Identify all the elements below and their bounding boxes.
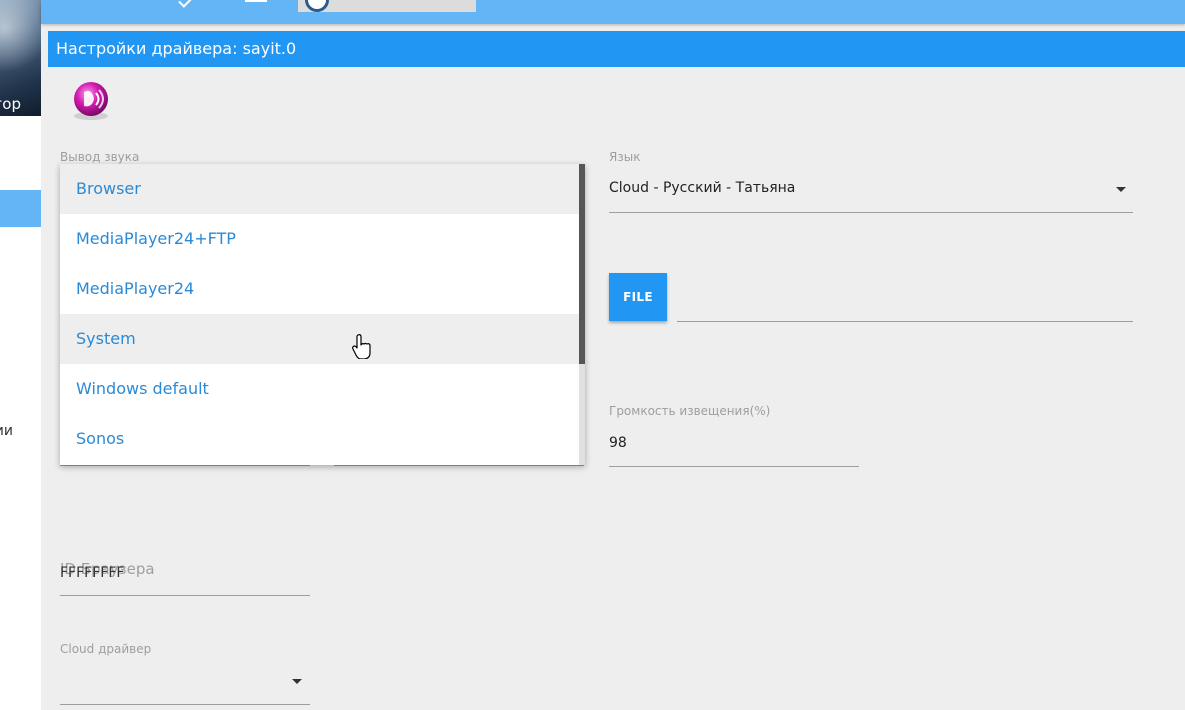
dropdown-option[interactable]: Windows default	[60, 364, 579, 414]
sayit-speaker-icon	[74, 82, 108, 120]
hand-pointer-icon	[352, 334, 371, 359]
check-icon[interactable]	[178, 0, 194, 8]
sidebar-item-label[interactable]: ии	[0, 423, 41, 439]
chevron-down-icon[interactable]	[1116, 187, 1126, 192]
dropdown-option[interactable]: System	[60, 314, 579, 364]
app-root: гор ии Настройки драйвера: sayit.0 Вывод…	[0, 0, 1185, 710]
volume-underline	[609, 466, 859, 467]
dropdown-option[interactable]: MediaPlayer24+FTP	[60, 214, 579, 264]
volume-label: Громкость извещения(%)	[609, 404, 771, 418]
sidebar-header-glow	[0, 0, 41, 85]
browser-id-underline	[60, 595, 310, 596]
sidebar-item-active[interactable]	[0, 190, 41, 227]
file-path-input[interactable]	[677, 321, 1133, 322]
language-underline	[609, 212, 1133, 213]
sound-output-dropdown[interactable]: Browser MediaPlayer24+FTP MediaPlayer24 …	[60, 164, 585, 465]
sound-output-label: Вывод звука	[60, 150, 140, 164]
dropdown-option[interactable]: MediaPlayer24	[60, 264, 579, 314]
top-toolbar	[41, 0, 1185, 24]
volume-input[interactable]: 98	[609, 435, 627, 451]
dropdown-scroll-thumb[interactable]	[579, 164, 585, 364]
cloud-driver-label: Cloud драйвер	[60, 642, 152, 656]
menu-icon[interactable]	[245, 0, 267, 2]
dropdown-option[interactable]: Sonos	[60, 414, 579, 464]
page-title: Настройки драйвера: sayit.0	[48, 31, 1185, 67]
sidebar: гор ии	[0, 0, 41, 710]
cloud-driver-underline	[60, 704, 310, 705]
language-label: Язык	[609, 150, 641, 164]
sidebar-header: гор	[0, 0, 41, 116]
dropdown-option[interactable]: Browser	[60, 164, 579, 214]
chevron-down-icon[interactable]	[292, 679, 302, 684]
field-underline	[60, 465, 310, 466]
browser-id-input[interactable]: FFFFFFFF	[60, 565, 124, 581]
dropdown-scrollbar[interactable]	[579, 164, 585, 465]
file-button[interactable]: FILE	[609, 273, 667, 321]
language-select-value[interactable]: Cloud - Русский - Татьяна	[609, 180, 795, 196]
field-underline	[334, 465, 584, 466]
sidebar-title: гор	[0, 95, 21, 113]
